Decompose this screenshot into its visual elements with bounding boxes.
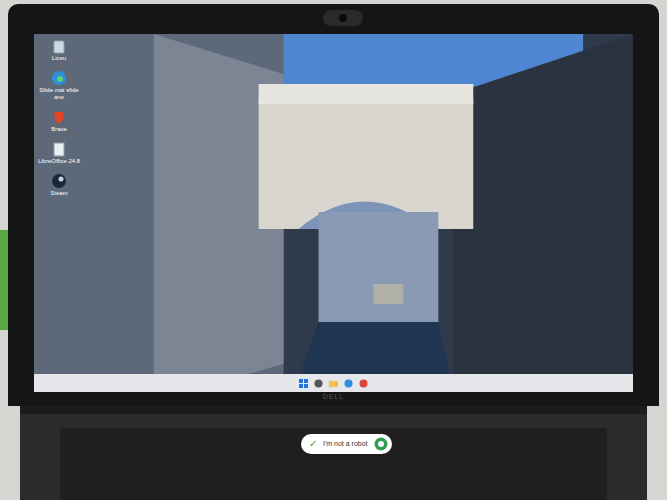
captcha-logo-icon [374,437,388,451]
desktop-icon[interactable]: Liceu [36,38,82,62]
screen: Liceu Sfide mai sfide ane Brave LibreOffice… [34,34,633,392]
desktop-icon[interactable]: Sfide mai sfide ane [36,70,82,101]
edge-icon[interactable] [344,379,353,388]
photo: Liceu Sfide mai sfide ane Brave LibreOffice… [0,0,667,500]
search-icon[interactable] [314,379,323,388]
chrome-icon[interactable] [359,379,368,388]
steam-icon [51,173,67,189]
brave-icon [51,109,67,125]
desktop-icons: Liceu Sfide mai sfide ane Brave LibreOffice… [34,34,80,374]
hinge [20,406,647,414]
laptop-lid: Liceu Sfide mai sfide ane Brave LibreOffice… [8,4,659,406]
edge-icon [51,70,67,86]
document-icon [51,141,67,157]
folder-icon[interactable] [329,379,338,388]
desktop-icon[interactable]: LibreOffice 24.8 [36,141,82,165]
start-icon[interactable] [299,379,308,388]
recycle-bin-icon [51,38,67,54]
taskbar [34,374,633,392]
check-icon: ✓ [309,438,317,450]
webcam [323,10,363,26]
captcha-pill[interactable]: ✓I'm not a robot [301,434,392,454]
wallpaper-photo [34,34,633,392]
desktop-icon[interactable]: Steam [36,173,82,197]
desktop-icon[interactable]: Brave [36,109,82,133]
